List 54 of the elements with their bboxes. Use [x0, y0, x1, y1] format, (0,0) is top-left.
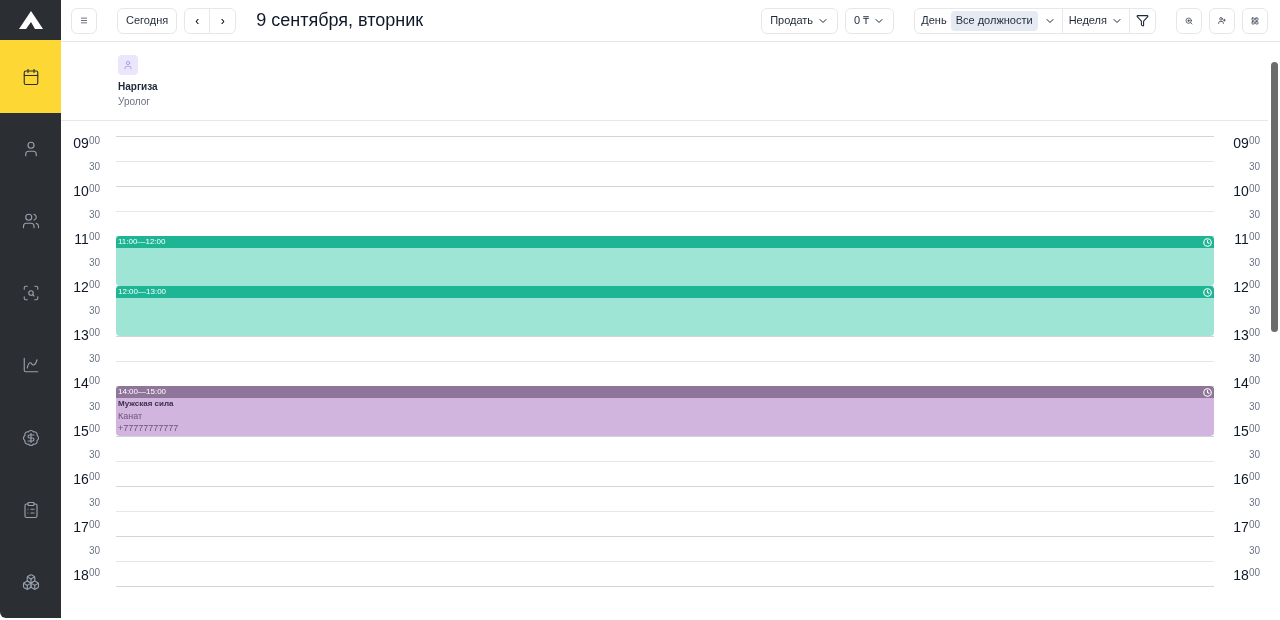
minute-label: 30 [88, 402, 100, 412]
minute-label: 30 [1248, 306, 1260, 316]
next-button[interactable]: › [210, 8, 236, 33]
appointment-time: 14:00—15:00 [118, 388, 167, 396]
user-plus-icon [1218, 14, 1226, 27]
staff-role: Уролог [118, 95, 151, 109]
boxes-icon [21, 572, 40, 591]
service-name: Мужская сила [117, 398, 175, 410]
period-dropdown[interactable]: Неделя [1062, 8, 1130, 33]
sell-dropdown[interactable]: Продать [761, 7, 839, 34]
minute-label: 30 [1248, 402, 1260, 412]
zoom-button[interactable] [1176, 7, 1202, 34]
balance-dropdown[interactable]: 0 ₸ [845, 7, 895, 34]
minute-label: 30 [88, 162, 100, 172]
calendar-icon [21, 67, 40, 86]
apps-button[interactable] [1242, 7, 1268, 34]
minute-label: 30 [88, 258, 100, 268]
checklist-icon [21, 500, 40, 519]
minute-label: 30 [1248, 450, 1260, 460]
minute-label: 30 [88, 546, 100, 556]
filter-icon [1136, 14, 1149, 27]
appointment-time: 12:00—13:00 [118, 288, 167, 296]
clock-icon [1203, 387, 1212, 397]
dollar-icon [21, 428, 40, 447]
minute-label: 30 [1248, 258, 1260, 268]
client-name: Канат [117, 410, 144, 422]
client-phone: +77777777777 [117, 422, 180, 434]
minute-label: 30 [88, 450, 100, 460]
clock-icon [1203, 287, 1212, 297]
date-title: 9 сентября, вторник [256, 9, 424, 32]
chart-icon [21, 356, 40, 375]
view-label: День [920, 13, 948, 29]
previous-button[interactable]: ‹ [185, 8, 211, 33]
minute-label: 30 [88, 306, 100, 316]
minute-label: 30 [88, 210, 100, 220]
minute-label: 30 [88, 354, 100, 364]
minute-label: 30 [1248, 354, 1260, 364]
staff-name: Наргиза [118, 80, 158, 94]
user-icon [123, 60, 133, 70]
minute-label: 30 [1248, 210, 1260, 220]
add-user-button[interactable] [1209, 7, 1235, 34]
minute-label: 30 [1248, 546, 1260, 556]
today-button[interactable]: Сегодня [117, 7, 178, 34]
appointment-time: 11:00—12:00 [118, 238, 166, 246]
users-icon [21, 211, 40, 230]
appointment-card[interactable]: 14:00—15:00 Мужская сила Канат +77777777777 [116, 386, 1214, 436]
minute-label: 30 [88, 498, 100, 508]
position-filter[interactable]: Все должности [950, 10, 1038, 31]
grid-search-icon [21, 284, 40, 303]
menu-button[interactable] [71, 7, 97, 34]
minute-label: 30 [1248, 162, 1260, 172]
minute-label: 30 [1248, 498, 1260, 508]
logo-icon [18, 11, 43, 30]
clock-icon [1203, 237, 1212, 247]
